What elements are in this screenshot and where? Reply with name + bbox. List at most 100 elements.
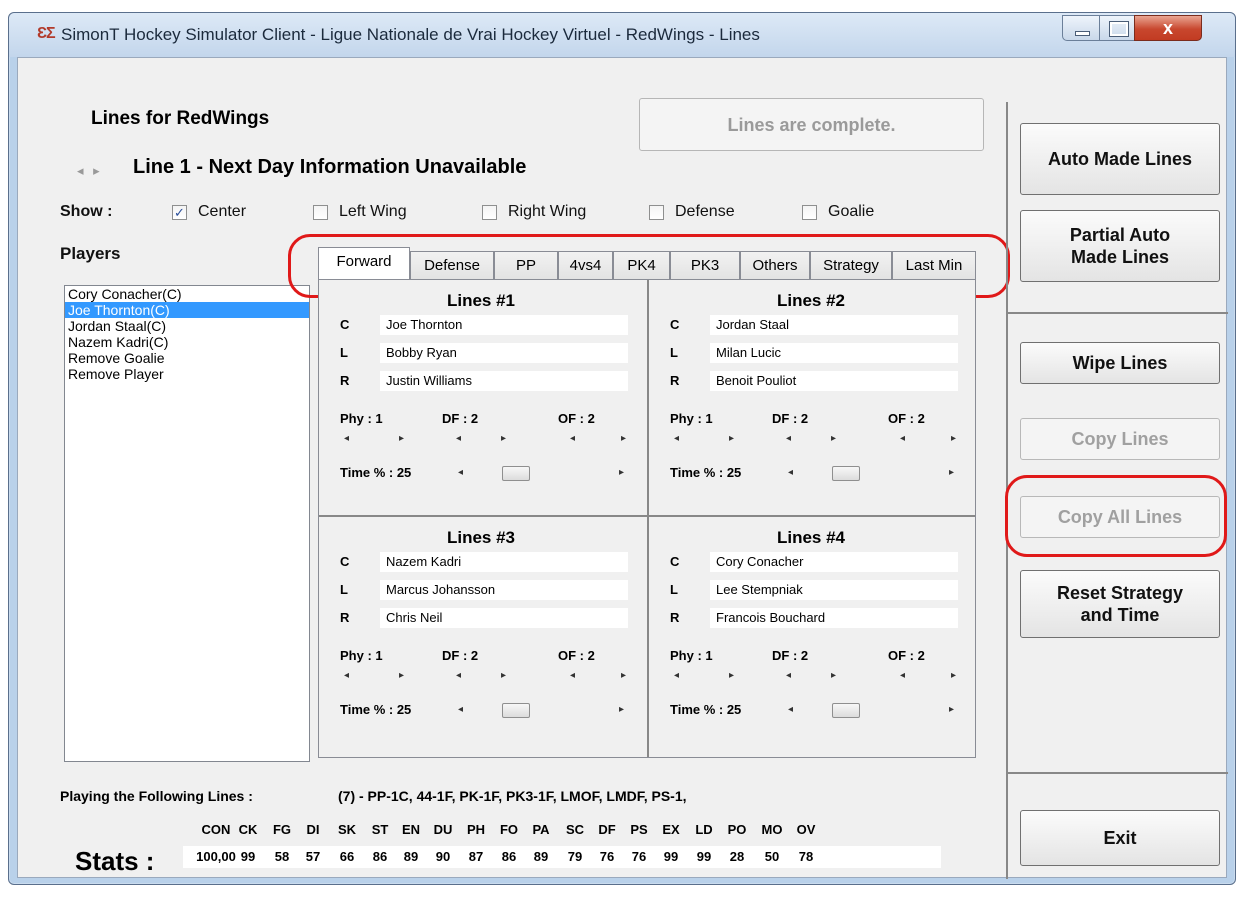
stat-value: 86	[501, 849, 517, 864]
phy-slider[interactable]: ◂ ▸	[670, 668, 748, 684]
list-item[interactable]: Remove Goalie	[65, 350, 309, 366]
arrow-left-icon[interactable]: ◂	[786, 431, 791, 447]
of-slider[interactable]: ◂ ▸	[556, 431, 630, 447]
time-slider[interactable]: ◂ ▸	[448, 465, 628, 481]
stat-value: 78	[798, 849, 814, 864]
df-slider[interactable]: ◂ ▸	[772, 431, 850, 447]
arrow-right-icon[interactable]: ▸	[951, 431, 956, 447]
list-item[interactable]: Cory Conacher(C)	[65, 286, 309, 302]
close-button[interactable]: x	[1134, 15, 1202, 41]
arrow-left-icon[interactable]: ◂	[788, 465, 793, 481]
center-slot[interactable]: Cory Conacher	[710, 552, 958, 572]
arrow-left-icon[interactable]: ◂	[786, 668, 791, 684]
maximize-button[interactable]	[1099, 15, 1135, 41]
of-slider[interactable]: ◂ ▸	[886, 668, 960, 684]
left-wing-checkbox[interactable]	[313, 205, 328, 220]
list-item-selected[interactable]: Joe Thornton(C)	[65, 302, 309, 318]
auto-made-lines-button[interactable]: Auto Made Lines	[1020, 123, 1220, 195]
arrow-right-icon[interactable]: ▸	[399, 668, 404, 684]
stats-table: CON 100,00 CK 99 FG 58 DI 57 SK 66 ST 86 EN 89 DU 90 PH 8…	[183, 818, 943, 878]
copy-all-annotation-outline	[1005, 475, 1227, 557]
arrow-left-icon[interactable]: ◂	[456, 668, 461, 684]
stat-header: SK	[337, 822, 357, 837]
playing-label: Playing the Following Lines :	[60, 788, 253, 804]
phy-slider[interactable]: ◂ ▸	[670, 431, 748, 447]
time-slider-thumb[interactable]	[832, 703, 860, 718]
arrow-left-icon[interactable]: ◂	[674, 431, 679, 447]
arrow-left-icon[interactable]: ◂	[900, 668, 905, 684]
arrow-left-icon[interactable]: ◂	[788, 702, 793, 718]
arrow-left-icon[interactable]: ◂	[344, 431, 349, 447]
stat-value: 99	[663, 849, 679, 864]
right-wing-slot[interactable]: Francois Bouchard	[710, 608, 958, 628]
exit-button[interactable]: Exit	[1020, 810, 1220, 866]
left-wing-slot[interactable]: Bobby Ryan	[380, 343, 628, 363]
list-item[interactable]: Nazem Kadri(C)	[65, 334, 309, 350]
minimize-button[interactable]	[1062, 15, 1100, 41]
arrow-right-icon[interactable]: ▸	[729, 431, 734, 447]
stat-header: ST	[371, 822, 389, 837]
arrow-right-icon[interactable]: ▸	[831, 668, 836, 684]
pos-c-label: C	[340, 554, 350, 569]
time-slider[interactable]: ◂ ▸	[778, 465, 958, 481]
time-slider-thumb[interactable]	[832, 466, 860, 481]
stat-value: 90	[435, 849, 451, 864]
arrow-right-icon[interactable]: ▸	[729, 668, 734, 684]
phy-slider[interactable]: ◂ ▸	[340, 668, 418, 684]
arrow-right-icon[interactable]: ▸	[621, 668, 626, 684]
right-wing-slot[interactable]: Benoit Pouliot	[710, 371, 958, 391]
arrow-left-icon[interactable]: ◂	[674, 668, 679, 684]
center-slot[interactable]: Joe Thornton	[380, 315, 628, 335]
arrow-left-icon[interactable]: ◂	[570, 668, 575, 684]
arrow-left-icon[interactable]: ◂	[458, 465, 463, 481]
arrow-left-icon[interactable]: ◂	[458, 702, 463, 718]
line-nav-arrows-icon[interactable]: ◂ ▸	[77, 163, 103, 179]
left-wing-slot[interactable]: Marcus Johansson	[380, 580, 628, 600]
stat-value: 89	[403, 849, 419, 864]
arrow-right-icon[interactable]: ▸	[949, 465, 954, 481]
arrow-left-icon[interactable]: ◂	[456, 431, 461, 447]
df-slider[interactable]: ◂ ▸	[442, 431, 520, 447]
arrow-right-icon[interactable]: ▸	[949, 702, 954, 718]
df-slider[interactable]: ◂ ▸	[772, 668, 850, 684]
arrow-right-icon[interactable]: ▸	[501, 431, 506, 447]
center-slot[interactable]: Jordan Staal	[710, 315, 958, 335]
time-slider-thumb[interactable]	[502, 466, 530, 481]
player-list[interactable]: Cory Conacher(C) Joe Thornton(C) Jordan …	[64, 285, 310, 762]
stat-header: PH	[466, 822, 486, 837]
time-slider-thumb[interactable]	[502, 703, 530, 718]
arrow-right-icon[interactable]: ▸	[619, 465, 624, 481]
wipe-lines-button[interactable]: Wipe Lines	[1020, 342, 1220, 384]
copy-lines-button[interactable]: Copy Lines	[1020, 418, 1220, 460]
right-wing-checkbox[interactable]	[482, 205, 497, 220]
arrow-right-icon[interactable]: ▸	[399, 431, 404, 447]
goalie-checkbox[interactable]	[802, 205, 817, 220]
defense-checkbox[interactable]	[649, 205, 664, 220]
arrow-right-icon[interactable]: ▸	[621, 431, 626, 447]
title-bar[interactable]: ƐƩ SimonT Hockey Simulator Client - Ligu…	[9, 13, 1235, 57]
phy-slider[interactable]: ◂ ▸	[340, 431, 418, 447]
left-wing-slot[interactable]: Lee Stempniak	[710, 580, 958, 600]
arrow-right-icon[interactable]: ▸	[831, 431, 836, 447]
time-slider[interactable]: ◂ ▸	[448, 702, 628, 718]
list-item[interactable]: Remove Player	[65, 366, 309, 382]
arrow-right-icon[interactable]: ▸	[619, 702, 624, 718]
of-slider[interactable]: ◂ ▸	[556, 668, 630, 684]
arrow-left-icon[interactable]: ◂	[344, 668, 349, 684]
stat-header: SC	[565, 822, 585, 837]
arrow-right-icon[interactable]: ▸	[501, 668, 506, 684]
left-wing-slot[interactable]: Milan Lucic	[710, 343, 958, 363]
arrow-left-icon[interactable]: ◂	[900, 431, 905, 447]
list-item[interactable]: Jordan Staal(C)	[65, 318, 309, 334]
arrow-right-icon[interactable]: ▸	[951, 668, 956, 684]
reset-strategy-time-button[interactable]: Reset Strategy and Time	[1020, 570, 1220, 638]
of-slider[interactable]: ◂ ▸	[886, 431, 960, 447]
arrow-left-icon[interactable]: ◂	[570, 431, 575, 447]
partial-auto-made-lines-button[interactable]: Partial Auto Made Lines	[1020, 210, 1220, 282]
center-slot[interactable]: Nazem Kadri	[380, 552, 628, 572]
right-wing-slot[interactable]: Chris Neil	[380, 608, 628, 628]
right-wing-slot[interactable]: Justin Williams	[380, 371, 628, 391]
center-checkbox[interactable]: ✓	[172, 205, 187, 220]
df-slider[interactable]: ◂ ▸	[442, 668, 520, 684]
time-slider[interactable]: ◂ ▸	[778, 702, 958, 718]
